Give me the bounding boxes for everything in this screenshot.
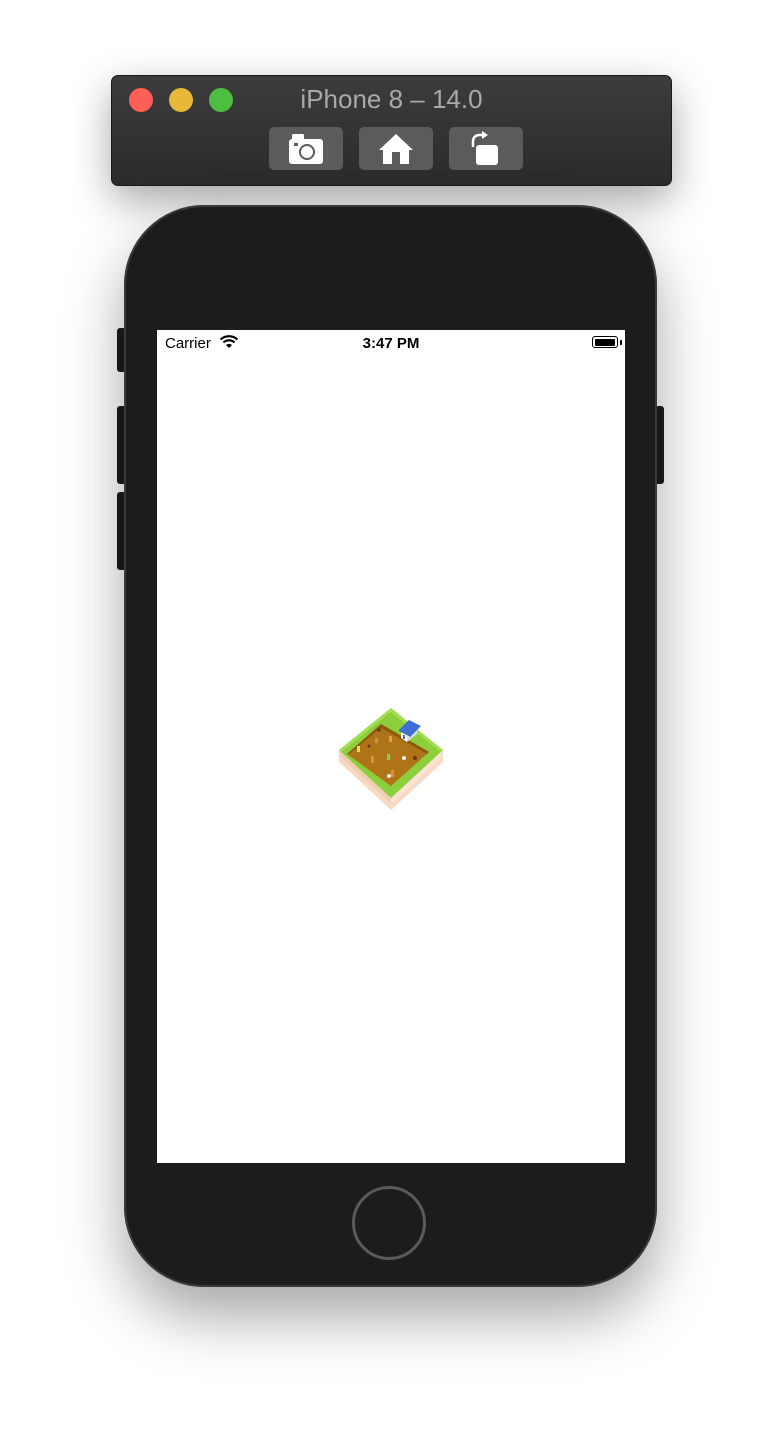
home-button[interactable] — [352, 1186, 426, 1260]
device-screen[interactable]: Carrier 3:47 PM — [157, 330, 625, 1163]
battery-fill — [594, 338, 615, 346]
simulator-window-toolbar: iPhone 8 – 14.0 — [111, 75, 672, 186]
screenshot-button[interactable] — [269, 127, 343, 170]
rotate-icon — [471, 130, 498, 165]
isometric-farm-icon — [339, 708, 443, 810]
window-title: iPhone 8 – 14.0 — [300, 84, 483, 114]
home-icon — [379, 133, 413, 164]
status-time: 3:47 PM — [362, 335, 420, 352]
battery-tip — [620, 340, 622, 345]
home-button-toolbar[interactable] — [359, 127, 433, 170]
status-bar: Carrier 3:47 PM — [157, 330, 625, 356]
camera-icon — [289, 133, 323, 164]
battery-icon — [592, 336, 618, 348]
simulator-stage: iPhone 8 – 14.0 Carrier 3:47 PM — [0, 0, 782, 1438]
rotate-button[interactable] — [449, 127, 523, 170]
